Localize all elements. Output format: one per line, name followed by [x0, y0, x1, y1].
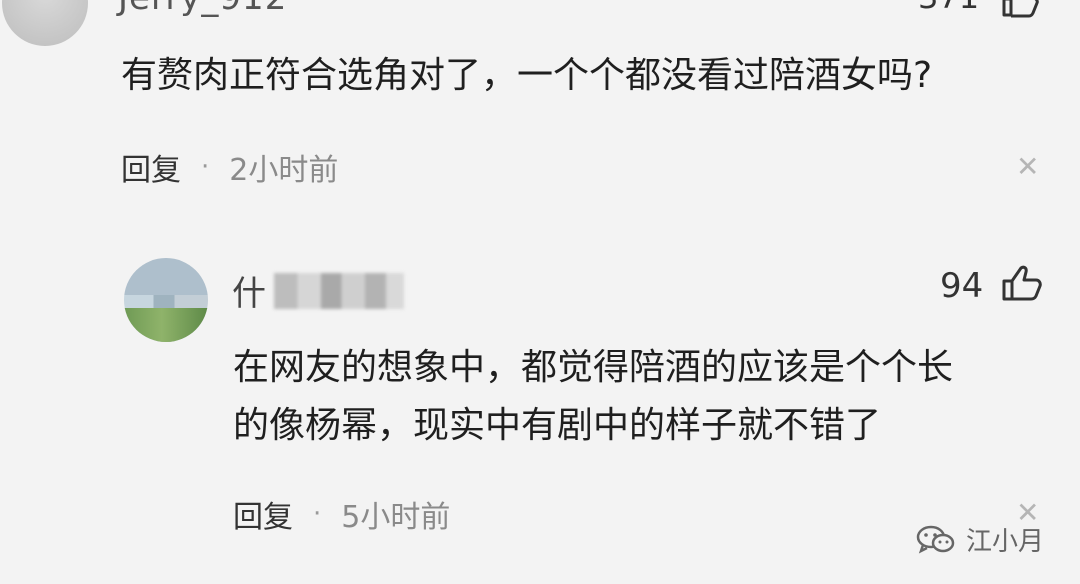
username-mosaic: [274, 272, 404, 309]
comment-text-line: 的像杨幂，现实中有剧中的样子就不错了: [233, 405, 882, 446]
like-count: 94: [940, 266, 984, 306]
close-icon[interactable]: ✕: [1016, 150, 1039, 183]
reply-button[interactable]: 回复: [121, 145, 181, 189]
comment-username[interactable]: 什: [232, 266, 404, 315]
separator-dot: ·: [313, 499, 322, 529]
wechat-icon: [916, 525, 955, 553]
thumbs-up-icon[interactable]: [1000, 264, 1042, 302]
comment-text: 有赘肉正符合选角对了，一个个都没看过陪酒女吗?: [121, 55, 933, 96]
like-count: 371: [918, 0, 979, 16]
comment-meta: 回复 · 5小时前: [233, 492, 450, 536]
avatar[interactable]: [124, 258, 208, 342]
avatar[interactable]: [2, 0, 88, 46]
separator-dot: ·: [201, 152, 210, 182]
comment-meta: 回复 · 2小时前: [121, 145, 338, 189]
comment-username[interactable]: Jerry_912: [118, 0, 287, 18]
watermark: 江小月: [916, 521, 1044, 558]
reply-button[interactable]: 回复: [233, 492, 293, 536]
thumbs-up-icon[interactable]: [1000, 0, 1040, 18]
comment-text-line: 在网友的想象中，都觉得陪酒的应该是个个长: [233, 347, 954, 388]
username-text: 什: [232, 274, 266, 314]
comment-time: 2小时前: [229, 153, 339, 188]
comment-time: 5小时前: [341, 500, 451, 535]
watermark-text: 江小月: [965, 527, 1044, 557]
